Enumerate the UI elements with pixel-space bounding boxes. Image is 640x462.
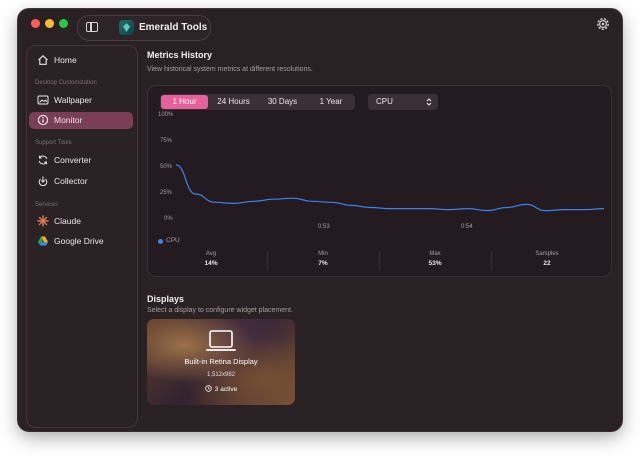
cpu-data-point: [311, 200, 313, 202]
sidebar-item-label: Monitor: [54, 115, 83, 125]
displays-subtitle: Select a display to configure widget pla…: [147, 307, 293, 314]
cpu-data-point: [194, 193, 196, 195]
sidebar-item-google-drive[interactable]: Google Drive: [29, 233, 133, 250]
app-logo-icon: [119, 20, 134, 35]
cpu-data-point: [564, 208, 566, 210]
cpu-data-point: [447, 208, 449, 210]
cpu-data-point: [428, 207, 430, 209]
cpu-data-point: [272, 198, 274, 200]
stat-value-samples: 22: [543, 260, 551, 267]
cpu-data-point: [525, 203, 527, 205]
cpu-data-point: [506, 206, 508, 208]
page-subtitle: View historical system metrics at differ…: [147, 66, 313, 73]
minimize-window-button[interactable]: [45, 19, 54, 28]
cpu-line-chart: [175, 164, 605, 212]
stat-value-min: 7%: [318, 260, 328, 267]
display-active-count: 3 active: [147, 385, 295, 393]
stat-label-min: Min: [318, 251, 328, 257]
cpu-data-point: [603, 207, 605, 209]
legend-marker: [158, 239, 163, 244]
display-active-label: 3 active: [214, 386, 238, 393]
legend-label: CPU: [166, 237, 180, 244]
sidebar-item-monitor[interactable]: Monitor: [29, 112, 133, 129]
sidebar-item-label: Claude: [54, 216, 81, 226]
x-tick-label: 0:54: [461, 224, 473, 230]
section-label-services: Services: [35, 202, 59, 208]
stat-divider: [491, 251, 492, 271]
display-resolution: 1,512x982: [206, 372, 236, 378]
collector-icon: [38, 176, 48, 187]
cpu-data-point: [544, 209, 546, 211]
x-tick-label: 0:53: [318, 224, 330, 230]
sidebar-item-collector[interactable]: Collector: [29, 173, 133, 190]
info-icon: [37, 114, 49, 126]
cpu-data-point: [389, 207, 391, 209]
sidebar-toggle-icon[interactable]: [86, 22, 98, 32]
sidebar-item-label: Home: [54, 55, 77, 65]
sidebar-item-claude[interactable]: Claude: [29, 213, 133, 230]
page-title: Metrics History: [147, 50, 213, 60]
sidebar: Home Desktop Customization Wallpaper Mon…: [26, 45, 138, 428]
cpu-data-point: [292, 197, 294, 199]
title-bar: Emerald Tools: [18, 9, 622, 41]
stat-label-samples: Samples: [535, 251, 559, 257]
google-drive-icon: [38, 236, 48, 246]
claude-icon: [37, 215, 49, 227]
cpu-data-point: [583, 208, 585, 210]
cpu-data-point: [408, 207, 410, 209]
cpu-data-point: [253, 200, 255, 202]
metrics-card: 1 Hour 24 Hours 30 Days 1 Year CPU 100% …: [147, 85, 612, 277]
cpu-series-line: [175, 164, 605, 212]
cpu-data-point: [486, 209, 488, 211]
home-icon: [38, 55, 48, 65]
sidebar-item-label: Google Drive: [54, 236, 104, 246]
cpu-data-point: [350, 204, 352, 206]
zoom-window-button[interactable]: [59, 19, 68, 28]
cpu-data-point: [369, 206, 371, 208]
cpu-data-point: [330, 201, 332, 203]
cpu-data-point: [175, 164, 177, 166]
sidebar-item-label: Converter: [54, 155, 92, 165]
displays-title: Displays: [147, 294, 185, 304]
section-label-desktop: Desktop Customization: [35, 80, 97, 86]
sidebar-item-home[interactable]: Home: [29, 52, 133, 69]
stat-divider: [267, 251, 268, 271]
stat-divider: [379, 251, 380, 271]
image-icon: [37, 95, 49, 105]
gear-icon[interactable]: [595, 16, 611, 32]
clock-icon: [205, 385, 212, 392]
sidebar-item-converter[interactable]: Converter: [29, 152, 133, 169]
section-label-support: Support Tools: [35, 140, 72, 146]
stat-value-avg: 14%: [204, 260, 218, 267]
cpu-data-point: [233, 202, 235, 204]
cpu-data-point: [467, 207, 469, 209]
sidebar-item-label: Collector: [54, 176, 88, 186]
refresh-icon: [38, 155, 48, 165]
display-card-built-in[interactable]: Built-in Retina Display 1,512x982 3 acti…: [147, 319, 295, 405]
stat-label-max: Max: [429, 251, 441, 257]
sidebar-item-label: Wallpaper: [54, 95, 92, 105]
app-title: Emerald Tools: [139, 22, 208, 33]
close-window-button[interactable]: [31, 19, 40, 28]
stat-value-max: 53%: [428, 260, 442, 267]
stat-label-avg: Avg: [205, 251, 217, 257]
laptop-icon: [206, 330, 236, 351]
title-pill: Emerald Tools: [77, 15, 211, 41]
sidebar-item-wallpaper[interactable]: Wallpaper: [29, 92, 133, 109]
display-name: Built-in Retina Display: [184, 357, 258, 366]
app-window: Emerald Tools Home Desktop Customization…: [18, 9, 622, 431]
cpu-data-point: [214, 201, 216, 203]
